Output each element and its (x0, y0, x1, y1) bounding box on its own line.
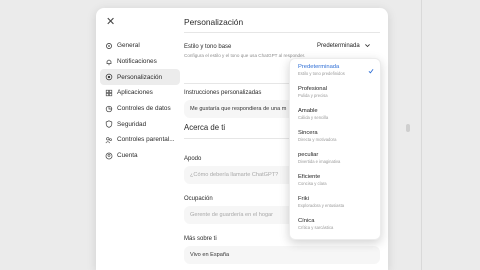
bell-icon (105, 58, 113, 66)
sidebar-item-label: Cuenta (117, 152, 138, 160)
option-label: Cínica (298, 218, 315, 224)
sidebar-item-label: Controles de datos (117, 105, 171, 113)
option-description: Directa y motivadora (298, 137, 337, 142)
sidebar-item-general[interactable]: General (100, 38, 180, 54)
dropdown-option-profesional[interactable]: Profesional Pulida y precisa (298, 86, 376, 98)
more-about-field[interactable]: Vivo en España (184, 246, 380, 264)
option-description: Concisa y clara (298, 181, 327, 186)
option-label: Sincera (298, 130, 318, 136)
sidebar-item-label: Seguridad (117, 120, 147, 128)
sidebar-item-label: Notificaciones (117, 58, 157, 66)
data-controls-icon (105, 105, 113, 113)
sidebar-item-account[interactable]: Cuenta (100, 148, 180, 164)
dropdown-option-sincera[interactable]: Sincera Directa y motivadora (298, 130, 376, 142)
option-description: Crítica y sarcástica (298, 225, 334, 230)
dropdown-option-peculiar[interactable]: peculiar Divertida e imaginativa (298, 152, 376, 164)
option-label: peculiar (298, 152, 319, 158)
settings-sidebar: General Notificaciones Personalización A… (100, 38, 180, 164)
sidebar-item-label: Personalización (117, 73, 163, 81)
style-dropdown-menu: Predeterminada Estilo y tono predefinido… (289, 58, 381, 240)
sidebar-item-label: Controles parental... (117, 136, 175, 144)
style-description: Configura el estilo y el tono que usa Ch… (184, 53, 306, 58)
custom-instructions-label: Instrucciones personalizadas (184, 90, 262, 96)
dropdown-option-friki[interactable]: Friki Exploradora y entusiasta (298, 196, 376, 208)
style-select[interactable]: Predeterminada (317, 42, 371, 49)
option-label: Friki (298, 196, 309, 202)
sidebar-item-personalization[interactable]: Personalización (100, 69, 180, 86)
sidebar-item-label: Aplicaciones (117, 89, 153, 97)
close-icon[interactable]: ✕ (106, 17, 115, 28)
sidebar-item-apps[interactable]: Aplicaciones (100, 85, 180, 101)
option-description: Exploradora y entusiasta (298, 203, 345, 208)
divider (184, 32, 380, 33)
style-select-value: Predeterminada (317, 42, 360, 49)
account-icon (105, 152, 113, 160)
sidebar-item-security[interactable]: Seguridad (100, 116, 180, 132)
option-description: Divertida e imaginativa (298, 159, 341, 164)
about-section-title: Acerca de ti (184, 123, 226, 132)
dropdown-option-eficiente[interactable]: Eficiente Concisa y clara (298, 174, 376, 186)
sidebar-item-notifications[interactable]: Notificaciones (100, 54, 180, 70)
page-title: Personalización (184, 17, 244, 27)
parental-icon (105, 136, 113, 144)
occupation-label: Ocupación (184, 196, 213, 202)
option-label: Predeterminada (298, 64, 340, 70)
dropdown-option-cinica[interactable]: Cínica Crítica y sarcástica (298, 218, 376, 230)
option-label: Amable (298, 108, 318, 114)
style-label: Estilo y tono base (184, 44, 232, 50)
option-label: Profesional (298, 86, 328, 92)
background-indicator (406, 124, 410, 132)
nickname-label: Apodo (184, 156, 202, 162)
sidebar-item-data-controls[interactable]: Controles de datos (100, 101, 180, 117)
option-description: Cálida y sencilla (298, 115, 329, 120)
more-about-label: Más sobre ti (184, 236, 217, 242)
personalization-icon (105, 73, 113, 81)
check-icon (368, 68, 374, 74)
option-description: Pulida y precisa (298, 93, 328, 98)
shield-icon (105, 120, 113, 129)
sidebar-item-parental-controls[interactable]: Controles parental... (100, 132, 180, 148)
option-label: Eficiente (298, 174, 321, 180)
gear-icon (105, 42, 113, 50)
background-divider (421, 0, 422, 270)
dropdown-option-predeterminada[interactable]: Predeterminada Estilo y tono predefinido… (298, 64, 376, 76)
dropdown-option-amable[interactable]: Amable Cálida y sencilla (298, 108, 376, 120)
option-description: Estilo y tono predefinidos (298, 71, 345, 76)
chevron-down-icon (364, 44, 370, 48)
apps-icon (105, 89, 113, 97)
sidebar-item-label: General (117, 42, 140, 50)
